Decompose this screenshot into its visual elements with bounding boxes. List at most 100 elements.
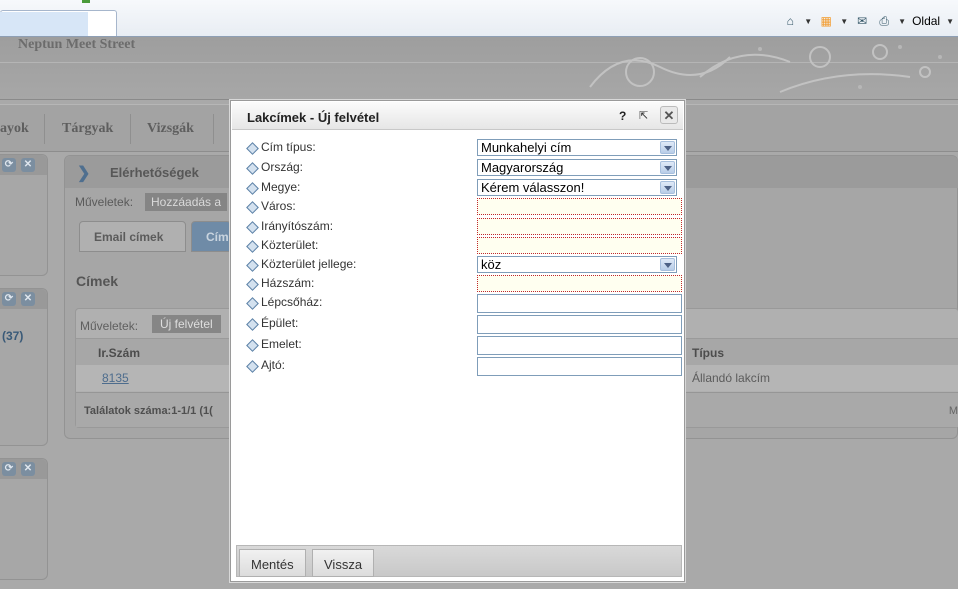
building-field[interactable] [477, 315, 682, 334]
street-type-select[interactable]: köz [477, 256, 677, 273]
chevron-down-icon[interactable] [660, 161, 675, 174]
city-field[interactable] [477, 198, 682, 215]
zip-field[interactable] [477, 218, 682, 235]
form-row-address-type: Cím típus: Munkahelyi cím [245, 139, 685, 157]
county-value: Kérem válasszon! [481, 180, 585, 195]
form-row-street: Közterület: [245, 237, 685, 255]
close-icon[interactable]: ✕ [660, 106, 678, 124]
close-icon[interactable]: ✕ [21, 158, 35, 172]
zip-link[interactable]: 8135 [102, 371, 129, 385]
form-row-floor: Emelet: [245, 336, 685, 355]
zip-label: Irányítószám: [261, 219, 334, 233]
street-type-label: Közterület jellege: [261, 257, 357, 271]
nav-separator [213, 114, 214, 144]
address-type-select[interactable]: Munkahelyi cím [477, 139, 677, 156]
print-icon[interactable]: ⎙ [876, 13, 892, 29]
door-label: Ajtó: [261, 358, 286, 372]
bullet-icon [247, 319, 257, 329]
form-row-country: Ország: Magyarország [245, 159, 685, 177]
dialog-title: Lakcímek - Új felvétel [247, 110, 380, 125]
door-field[interactable] [477, 357, 682, 376]
page-dropdown-icon[interactable]: ▼ [946, 17, 954, 26]
chevron-right-icon[interactable]: ❯ [77, 163, 90, 183]
grid-operations-label: Műveletek: [80, 319, 139, 333]
column-header-type[interactable]: Típus [692, 346, 724, 360]
home-dropdown-icon[interactable]: ▼ [804, 17, 812, 26]
popout-icon[interactable]: ⇱ [639, 109, 648, 122]
bullet-icon [247, 163, 257, 173]
chevron-down-icon[interactable] [660, 141, 675, 154]
browser-toolbar: ⌂ ▼ ▦ ▼ ✉ ⎙ ▼ Oldal ▼ [0, 0, 958, 37]
left-panel-1: ⟳ ✕ [0, 154, 48, 276]
tab-addresses[interactable]: Cím [191, 221, 231, 252]
form-row-zip: Irányítószám: [245, 218, 685, 236]
refresh-icon[interactable]: ⟳ [2, 292, 16, 306]
street-field[interactable] [477, 237, 682, 254]
browser-accent [82, 0, 90, 3]
staircase-field[interactable] [477, 294, 682, 313]
city-label: Város: [261, 199, 296, 213]
home-icon[interactable]: ⌂ [782, 13, 798, 29]
footer-right-text: M [948, 405, 958, 417]
bullet-icon [247, 361, 257, 371]
address-type-value: Munkahelyi cím [481, 140, 572, 155]
chevron-down-icon[interactable] [660, 181, 675, 194]
nav-separator [130, 114, 131, 144]
mail-icon[interactable]: ✉ [854, 13, 870, 29]
address-type-label: Cím típus: [261, 140, 316, 154]
chevron-down-icon[interactable] [660, 258, 675, 271]
form-row-house-number: Házszám: [245, 275, 685, 293]
print-dropdown-icon[interactable]: ▼ [898, 17, 906, 26]
close-icon[interactable]: ✕ [21, 462, 35, 476]
bullet-icon [247, 143, 257, 153]
floor-field[interactable] [477, 336, 682, 355]
help-icon[interactable]: ? [619, 109, 626, 123]
header-decoration [589, 44, 942, 93]
country-select[interactable]: Magyarország [477, 159, 677, 176]
floor-label: Emelet: [261, 337, 302, 351]
left-panel-3: ⟳ ✕ [0, 458, 48, 580]
street-type-value: köz [481, 257, 502, 272]
back-button[interactable]: Vissza [312, 549, 375, 577]
nav-item-subjects[interactable]: Tárgyak [62, 121, 113, 137]
house-number-field[interactable] [477, 275, 682, 292]
app-header: Neptun Meet Street [0, 37, 958, 100]
message-count[interactable]: (37) [2, 329, 23, 343]
form-row-staircase: Lépcsőház: [245, 294, 685, 313]
results-count: Találatok száma:1-1/1 (1( [84, 405, 213, 417]
page-menu[interactable]: Oldal [912, 14, 940, 28]
tab-email-addresses[interactable]: Email címek [79, 221, 186, 252]
bullet-icon [247, 202, 257, 212]
bullet-icon [247, 340, 257, 350]
close-icon[interactable]: ✕ [21, 292, 35, 306]
form-row-city: Város: [245, 198, 685, 216]
dialog-header: Lakcímek - Új felvétel ? ⇱ ✕ [232, 102, 683, 130]
refresh-icon[interactable]: ⟳ [2, 462, 16, 476]
operations-label: Műveletek: [75, 195, 134, 209]
county-select[interactable]: Kérem válasszon! [477, 179, 677, 196]
form-row-building: Épület: [245, 315, 685, 334]
browser-tab-active[interactable] [0, 12, 88, 36]
left-panel-2: ⟳ ✕ (37) [0, 288, 48, 446]
county-label: Megye: [261, 180, 301, 194]
new-address-dialog: Lakcímek - Új felvétel ? ⇱ ✕ Cím típus: … [230, 100, 685, 582]
nav-item-exams[interactable]: Vizsgák [147, 121, 194, 137]
staircase-label: Lépcsőház: [261, 295, 323, 309]
nav-item-partial[interactable]: ayok [0, 121, 29, 137]
contacts-title: Elérhetőségek [110, 165, 199, 180]
app-title: Neptun Meet Street [18, 37, 136, 52]
save-button[interactable]: Mentés [239, 549, 306, 577]
left-panel-header: ⟳ ✕ [0, 459, 47, 479]
addresses-section-title: Címek [76, 273, 119, 289]
feed-dropdown-icon[interactable]: ▼ [840, 17, 848, 26]
refresh-icon[interactable]: ⟳ [2, 158, 16, 172]
rss-feed-icon[interactable]: ▦ [818, 13, 834, 29]
bullet-icon [247, 298, 257, 308]
left-panel-header: ⟳ ✕ [0, 155, 47, 175]
new-record-button[interactable]: Új felvétel [152, 315, 221, 333]
bullet-icon [247, 279, 257, 289]
address-type-cell: Állandó lakcím [692, 371, 771, 385]
street-label: Közterület: [261, 238, 319, 252]
column-header-zip[interactable]: Ir.Szám [98, 346, 140, 360]
add-contact-button[interactable]: Hozzáadás a [145, 193, 228, 211]
